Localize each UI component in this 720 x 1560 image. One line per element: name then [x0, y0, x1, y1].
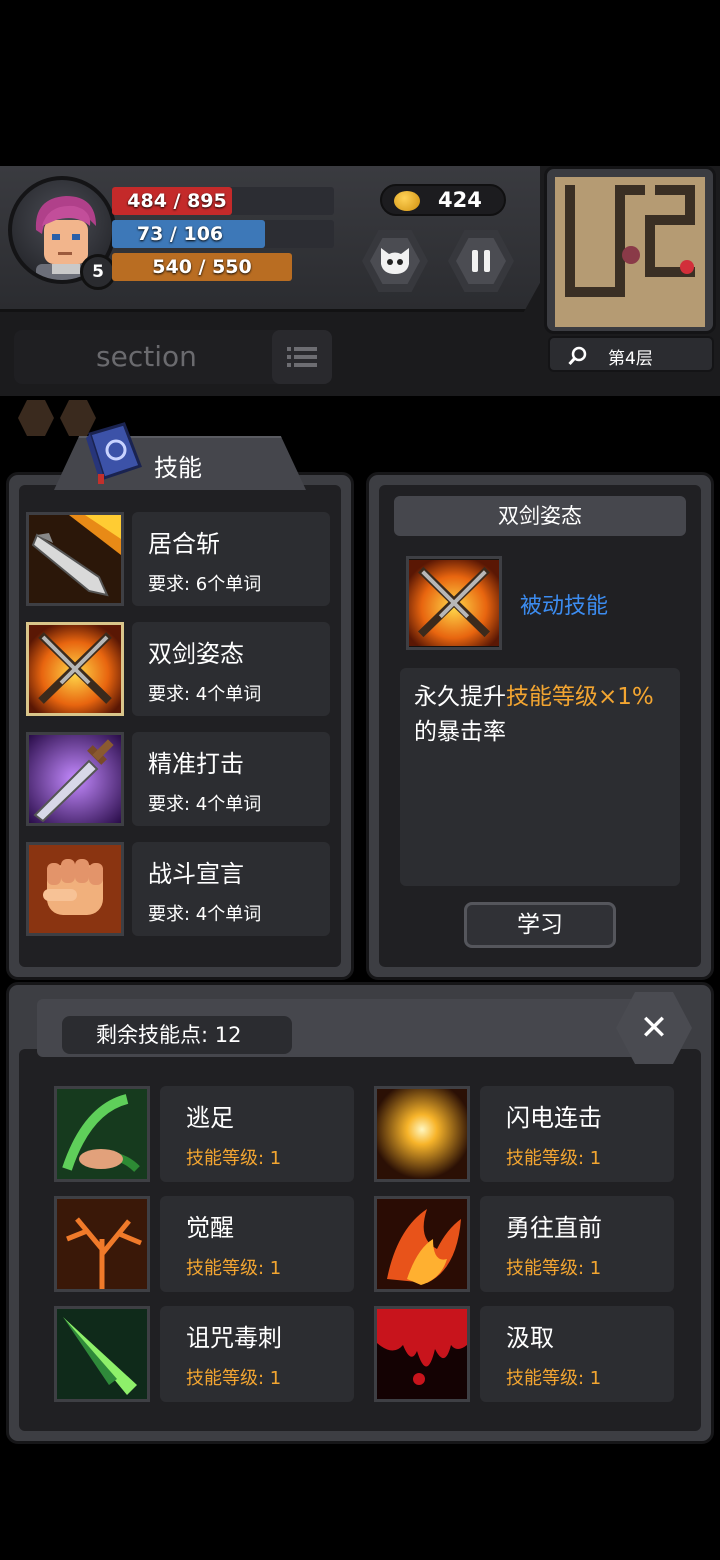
learned-skill-charge[interactable]: 勇往直前 技能等级: 1 [374, 1196, 674, 1294]
section-selector[interactable]: section [14, 330, 332, 384]
minimap-floor [555, 177, 705, 327]
gold-amount: 424 [438, 188, 482, 212]
skill-name: 居合斩 [148, 530, 220, 558]
skill-card-dual-sword[interactable]: 双剑姿态 要求: 4个单词 [26, 622, 330, 720]
skill-requirement: 要求: 4个单词 [148, 794, 262, 815]
skill-requirement: 要求: 4个单词 [148, 684, 262, 705]
skill-card-body: 精准打击 要求: 4个单词 [132, 732, 330, 826]
mp-bar: 73 / 106 [112, 220, 334, 248]
skill-book-icon [86, 422, 142, 484]
skill-level: 技能等级: 1 [506, 1148, 602, 1169]
learned-skill-body: 觉醒 技能等级: 1 [160, 1196, 354, 1292]
purple-sword-icon [26, 732, 124, 826]
level-badge: 5 [80, 254, 116, 290]
xp-bar: 540 / 550 [112, 253, 292, 281]
hp-bar: 484 / 895 [112, 187, 334, 215]
pause-button-inner [456, 238, 506, 284]
skill-type: 被动技能 [520, 594, 609, 619]
desc-text: 的暴击率 [414, 719, 506, 745]
glowing-roots-icon [54, 1196, 150, 1292]
light-burst-icon [374, 1086, 470, 1182]
gold-coin-icon [394, 191, 420, 211]
detail-title: 双剑姿态 [394, 496, 686, 536]
skill-card-body: 战斗宣言 要求: 4个单词 [132, 842, 330, 936]
hud: 5 484 / 895 73 / 106 540 / 550 424 第4层 s… [0, 166, 720, 396]
flame-icon [374, 1196, 470, 1292]
crossed-swords-icon [406, 556, 502, 650]
crossed-swords-icon [26, 622, 124, 716]
pet-face-icon [381, 248, 409, 274]
learned-skill-escape[interactable]: 逃足 技能等级: 1 [54, 1086, 354, 1184]
skills-title: 技能 [154, 454, 202, 482]
skill-level: 技能等级: 1 [186, 1148, 282, 1169]
hp-text: 484 / 895 [127, 190, 227, 212]
minimap[interactable] [544, 166, 716, 334]
slash-sword-icon [26, 512, 124, 606]
menu-button[interactable] [272, 330, 332, 384]
skill-level: 技能等级: 1 [506, 1258, 602, 1279]
blood-drip-icon [374, 1306, 470, 1402]
learned-skill-body: 勇往直前 技能等级: 1 [480, 1196, 674, 1292]
minimap-walls [565, 185, 695, 297]
section-label: section [96, 340, 197, 373]
learned-skill-drain[interactable]: 汲取 技能等级: 1 [374, 1306, 674, 1404]
desc-text: 永久提升 [414, 684, 506, 710]
pet-button-inner [370, 238, 420, 284]
desc-highlight: 技能等级×1% [506, 684, 654, 710]
learned-skill-lightning-combo[interactable]: 闪电连击 技能等级: 1 [374, 1086, 674, 1184]
skill-name: 双剑姿态 [148, 640, 244, 668]
skill-name: 勇往直前 [506, 1214, 602, 1242]
gold-counter: 424 [380, 184, 506, 216]
close-icon: ✕ [639, 1008, 669, 1048]
skill-name: 觉醒 [186, 1214, 234, 1242]
learned-skill-cursed-sting[interactable]: 诅咒毒刺 技能等级: 1 [54, 1306, 354, 1404]
green-blade-icon [54, 1306, 150, 1402]
vine-foot-icon [54, 1086, 150, 1182]
skill-name: 逃足 [186, 1104, 234, 1132]
search-icon [568, 346, 587, 366]
learn-button[interactable]: 学习 [464, 902, 616, 948]
skill-requirement: 要求: 4个单词 [148, 904, 262, 925]
pause-icon [472, 250, 490, 272]
skill-level: 技能等级: 1 [506, 1368, 602, 1389]
skill-card-body: 双剑姿态 要求: 4个单词 [132, 622, 330, 716]
learned-skill-body: 诅咒毒刺 技能等级: 1 [160, 1306, 354, 1402]
mp-text: 73 / 106 [136, 223, 224, 245]
skill-card-iai[interactable]: 居合斩 要求: 6个单词 [26, 512, 330, 610]
learned-skill-body: 闪电连击 技能等级: 1 [480, 1086, 674, 1182]
learned-skill-awaken[interactable]: 觉醒 技能等级: 1 [54, 1196, 354, 1294]
xp-text: 540 / 550 [152, 256, 252, 278]
skill-name: 战斗宣言 [148, 860, 244, 888]
skill-points: 剩余技能点: 12 [62, 1016, 292, 1054]
floor-label: 第4层 [608, 349, 653, 369]
skill-description: 永久提升技能等级×1% 的暴击率 [400, 668, 680, 886]
fist-icon [26, 842, 124, 936]
skill-level: 技能等级: 1 [186, 1258, 282, 1279]
token-icon [18, 400, 54, 436]
skill-level: 技能等级: 1 [186, 1368, 282, 1389]
skill-name: 汲取 [506, 1324, 554, 1352]
list-menu-icon [287, 347, 317, 367]
skill-name: 闪电连击 [506, 1104, 602, 1132]
skill-card-battle-cry[interactable]: 战斗宣言 要求: 4个单词 [26, 842, 330, 940]
skill-requirement: 要求: 6个单词 [148, 574, 262, 595]
learned-skill-body: 逃足 技能等级: 1 [160, 1086, 354, 1182]
skill-name: 精准打击 [148, 750, 244, 778]
floor-indicator[interactable]: 第4层 [548, 336, 714, 372]
skill-name: 诅咒毒刺 [186, 1324, 282, 1352]
skill-card-body: 居合斩 要求: 6个单词 [132, 512, 330, 606]
skill-card-precise-strike[interactable]: 精准打击 要求: 4个单词 [26, 732, 330, 830]
learned-skill-body: 汲取 技能等级: 1 [480, 1306, 674, 1402]
